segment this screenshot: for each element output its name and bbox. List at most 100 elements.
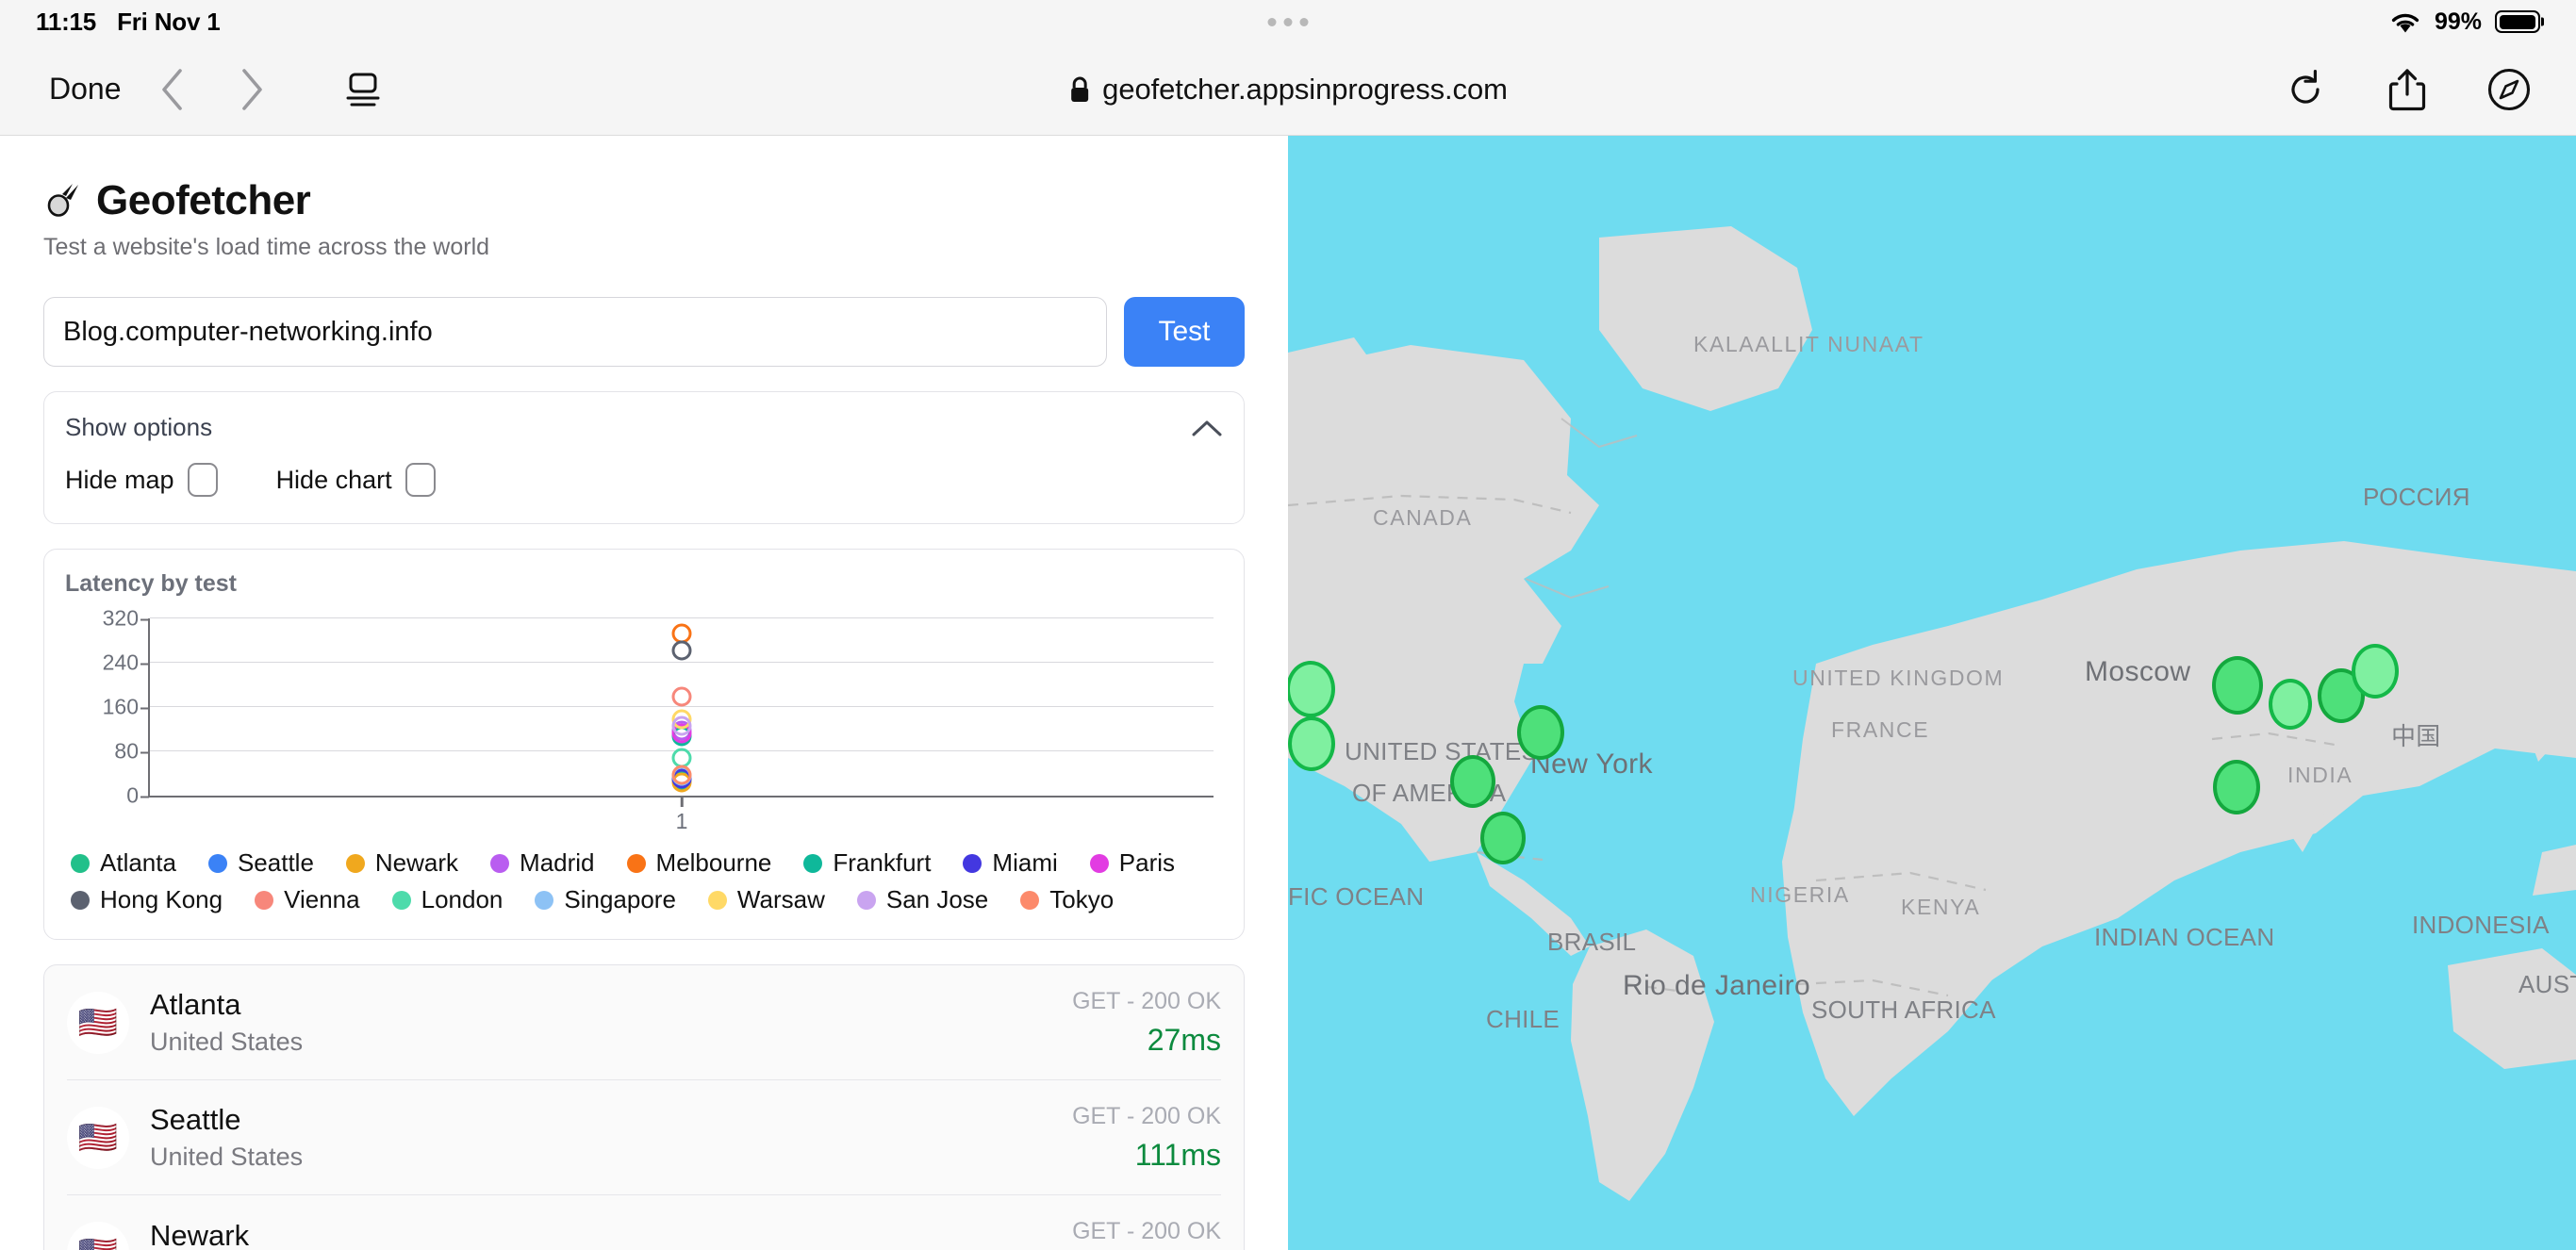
status-bar-date: Fri Nov 1 [117, 7, 221, 36]
comet-icon [47, 184, 78, 217]
legend-label: Seattle [237, 848, 314, 877]
result-row[interactable]: 🇺🇸 Atlanta United States GET - 200 OK 27ms [67, 965, 1221, 1080]
share-icon [2388, 68, 2426, 110]
map-marker-atlanta[interactable] [1450, 755, 1495, 808]
legend-item-london[interactable]: London [391, 885, 503, 914]
chart-point-vienna[interactable] [671, 686, 692, 707]
legend-swatch [345, 853, 365, 873]
results-list: 🇺🇸 Atlanta United States GET - 200 OK 27ms 🇺🇸… [43, 964, 1245, 1250]
legend-item-madrid[interactable]: Madrid [490, 848, 595, 878]
done-button[interactable]: Done [38, 66, 133, 112]
tabs-button[interactable] [2480, 60, 2538, 119]
app-header: Geofetcher [43, 177, 1245, 224]
reload-button[interactable] [2276, 60, 2335, 119]
legend-swatch [626, 853, 646, 873]
address-bar[interactable]: geofetcher.appsinprogress.com [1068, 73, 1508, 107]
battery-percent-label: 99% [2434, 8, 2482, 35]
map-marker-warsaw[interactable] [2352, 644, 2399, 699]
chart-y-tick-label: 0 [126, 782, 149, 808]
multitask-handle[interactable] [1267, 17, 1309, 26]
reload-icon [2291, 69, 2320, 104]
hide-map-option[interactable]: Hide map [65, 463, 218, 497]
legend-item-singapore[interactable]: Singapore [535, 885, 676, 914]
chart-axes: 0 80 160 240 320 1 [103, 606, 1214, 833]
share-button[interactable] [2378, 60, 2436, 119]
page-title: Geofetcher [96, 177, 311, 223]
chart-y-tick-label: 160 [102, 694, 150, 719]
legend-label: Paris [1118, 848, 1176, 877]
result-row[interactable]: 🇺🇸 NewarkUnited States GET - 200 OK24ms [67, 1195, 1221, 1250]
wifi-icon [2391, 13, 2419, 33]
result-row[interactable]: 🇺🇸 Seattle United States GET - 200 OK 111ms [67, 1080, 1221, 1195]
forward-button[interactable] [212, 61, 291, 118]
map-marker-seattle[interactable] [1288, 661, 1335, 717]
legend-item-frankfurt[interactable]: Frankfurt [803, 848, 931, 878]
chart-point-san-jose[interactable] [671, 715, 692, 736]
chart-point-tokyo[interactable] [671, 765, 692, 785]
chevron-up-icon[interactable] [1191, 418, 1223, 438]
compass-icon [2487, 68, 2531, 110]
legend-item-melbourne[interactable]: Melbourne [626, 848, 771, 878]
legend-item-newark[interactable]: Newark [345, 848, 458, 878]
chart-x-tick-label: 1 [675, 809, 688, 833]
hide-map-checkbox[interactable] [187, 463, 218, 497]
options-card: Show options Hide map Hide chart [43, 391, 1245, 524]
map-marker-london[interactable] [2212, 656, 2263, 715]
result-country: United States [150, 1143, 304, 1171]
hide-chart-checkbox[interactable] [405, 463, 436, 497]
map-marker-miami[interactable] [1480, 812, 1526, 864]
legend-item-tokyo[interactable]: Tokyo [1020, 885, 1114, 914]
legend-item-warsaw[interactable]: Warsaw [707, 885, 825, 914]
chevron-right-icon [241, 68, 262, 110]
chart-gridline [150, 661, 1214, 663]
legend-item-seattle[interactable]: Seattle [207, 848, 314, 878]
result-status: GET - 200 OK [1072, 1102, 1221, 1129]
result-city: Newark [150, 1218, 250, 1250]
legend-item-miami[interactable]: Miami [963, 848, 1058, 878]
website-url-input[interactable] [43, 297, 1107, 367]
status-bar-right: 99% [2389, 8, 2540, 36]
legend-label: Vienna [284, 885, 360, 913]
map-marker-madrid[interactable] [2213, 760, 2260, 814]
latency-chart-card: Latency by test 0 80 160 240 320 1 Atlanta Sea… [43, 549, 1245, 940]
map-marker-paris[interactable] [2269, 679, 2312, 730]
hide-map-label: Hide map [65, 465, 174, 494]
map-marker-newark[interactable] [1517, 705, 1564, 760]
legend-row: Atlanta Seattle Newark Madrid Melbourne Frank… [71, 848, 1217, 878]
legend-item-vienna[interactable]: Vienna [255, 885, 360, 914]
world-map[interactable]: KALAALLIT NUNAAT CANADA РОССИЯ UNITED KINGD… [1288, 136, 2576, 1250]
legend-item-atlanta[interactable]: Atlanta [71, 848, 176, 878]
chart-point-hong-kong[interactable] [671, 640, 692, 661]
options-header[interactable]: Show options [44, 392, 1244, 455]
options-body: Hide map Hide chart [44, 455, 1244, 523]
status-bar-left: 11:15 Fri Nov 1 [36, 8, 221, 37]
chart-plot-area: 0 80 160 240 320 1 [74, 606, 1223, 833]
result-latency: 111ms [1134, 1137, 1221, 1172]
result-country: United States [150, 1028, 304, 1056]
left-panel: Geofetcher Test a website's load time ac… [0, 136, 1288, 1250]
legend-item-san-jose[interactable]: San Jose [856, 885, 988, 914]
reader-view-button[interactable] [325, 61, 401, 118]
chart-x-tick-mark [680, 796, 684, 807]
result-metrics: GET - 200 OK24ms [1072, 1218, 1221, 1250]
legend-swatch [490, 853, 510, 873]
chevron-left-icon [161, 68, 182, 110]
legend-label: Frankfurt [833, 848, 932, 877]
legend-swatch [255, 890, 274, 910]
legend-label: Hong Kong [100, 885, 223, 913]
app-subtitle: Test a website's load time across the wo… [43, 234, 490, 260]
legend-swatch [71, 890, 90, 910]
country-flag-icon: 🇺🇸 [67, 1222, 129, 1250]
test-button[interactable]: Test [1124, 297, 1245, 367]
chart-y-tick-label: 80 [114, 738, 149, 764]
result-status: GET - 200 OK [1072, 1218, 1221, 1244]
legend-swatch [707, 890, 727, 910]
hide-chart-option[interactable]: Hide chart [276, 463, 436, 497]
result-metrics: GET - 200 OK 111ms [1072, 1103, 1221, 1173]
url-test-form: Test [43, 297, 1245, 367]
legend-item-paris[interactable]: Paris [1089, 848, 1176, 878]
back-button[interactable] [133, 61, 212, 118]
legend-label: Tokyo [1049, 885, 1115, 913]
map-marker-san-jose[interactable] [1288, 716, 1335, 771]
legend-item-hong-kong[interactable]: Hong Kong [71, 885, 223, 914]
